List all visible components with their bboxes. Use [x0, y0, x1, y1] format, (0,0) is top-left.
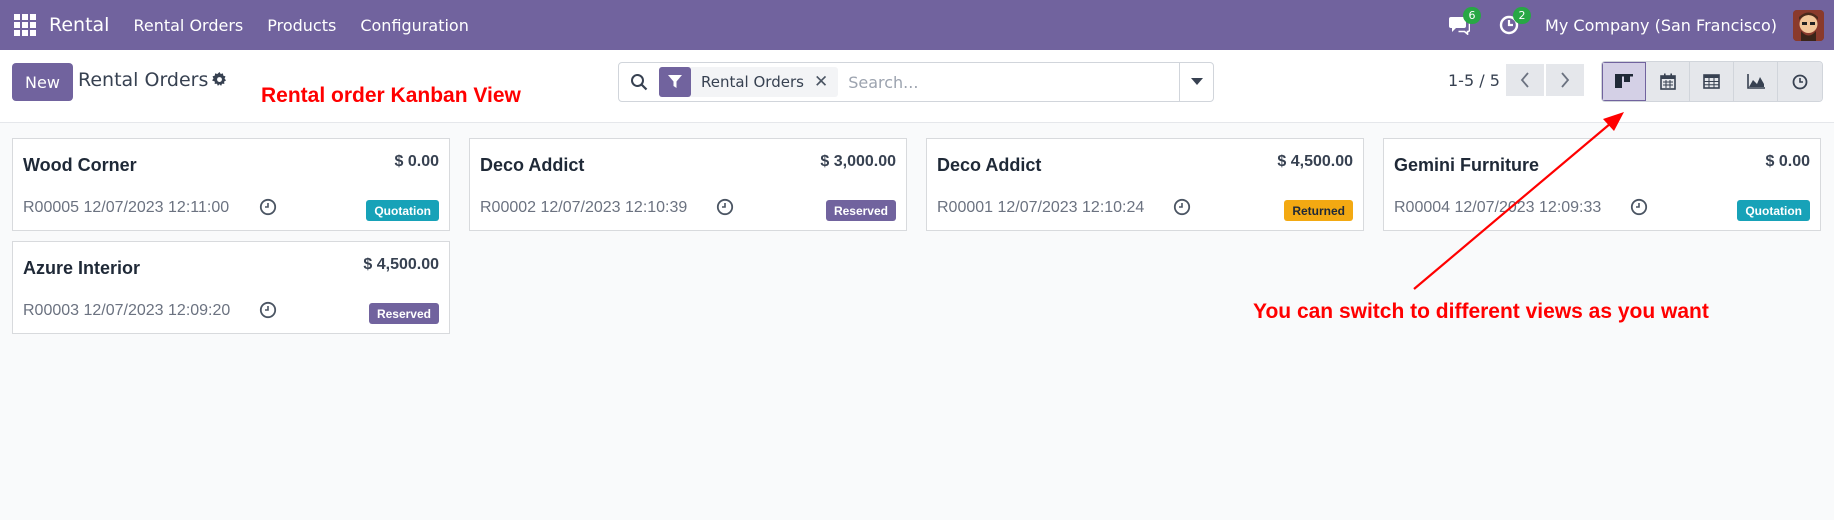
card-reference: R00001 12/07/2023 12:10:24: [937, 199, 1145, 216]
filter-icon: [659, 67, 691, 97]
card-amount: $ 0.00: [1765, 153, 1810, 170]
pager-previous-button[interactable]: [1506, 64, 1544, 96]
kanban-card[interactable]: Deco Addict $ 4,500.00 R00001 12/07/2023…: [926, 138, 1364, 231]
kanban-card[interactable]: Deco Addict $ 3,000.00 R00002 12/07/2023…: [469, 138, 907, 231]
search-bar[interactable]: Rental Orders ✕: [618, 62, 1214, 102]
menu-configuration[interactable]: Configuration: [348, 16, 481, 35]
activity-clock-icon[interactable]: [259, 301, 277, 319]
activities-count-badge: 2: [1513, 7, 1532, 24]
top-navbar: Rental Rental Orders Products Configurat…: [0, 0, 1834, 50]
page-title[interactable]: Rental Orders: [78, 69, 208, 91]
activity-clock-icon[interactable]: [259, 198, 277, 216]
pager-next-button[interactable]: [1546, 64, 1584, 96]
user-avatar[interactable]: [1793, 9, 1824, 41]
activity-view-button[interactable]: [1778, 62, 1822, 101]
company-switcher[interactable]: My Company (San Francisco): [1545, 16, 1777, 35]
kanban-view-annotation: Rental order Kanban View: [261, 84, 521, 107]
control-panel: New Rental Orders Rental order Kanban Vi…: [0, 50, 1834, 123]
table-icon: [1703, 74, 1720, 89]
pivot-view-button[interactable]: [1690, 62, 1734, 101]
caret-down-icon: [1190, 78, 1203, 85]
status-badge: Returned: [1284, 200, 1353, 221]
card-amount: $ 0.00: [394, 153, 439, 170]
chevron-right-icon: [1561, 72, 1570, 88]
status-badge: Reserved: [368, 303, 439, 324]
activity-clock-icon[interactable]: [716, 198, 734, 216]
status-badge: Quotation: [366, 200, 439, 221]
kanban-card[interactable]: Azure Interior $ 4,500.00 R00003 12/07/2…: [12, 241, 450, 334]
card-reference: R00002 12/07/2023 12:10:39: [480, 199, 688, 216]
menu-rental-orders[interactable]: Rental Orders: [121, 16, 255, 35]
card-reference: R00004 12/07/2023 12:09:33: [1394, 199, 1602, 216]
facet-remove-icon[interactable]: ✕: [814, 72, 838, 92]
status-badge: Quotation: [1737, 200, 1810, 221]
status-badge: Reserved: [825, 200, 896, 221]
activity-clock-icon[interactable]: [1630, 198, 1648, 216]
card-reference: R00005 12/07/2023 12:11:00: [23, 199, 230, 216]
card-partner-name: Deco Addict: [937, 155, 1042, 175]
app-name[interactable]: Rental: [49, 14, 109, 36]
search-facet: Rental Orders ✕: [659, 67, 839, 97]
search-options-toggle[interactable]: [1179, 63, 1213, 101]
graph-view-button[interactable]: [1734, 62, 1778, 101]
gear-icon[interactable]: [212, 72, 227, 87]
calendar-view-button[interactable]: [1646, 62, 1690, 101]
clock-icon: [1792, 74, 1808, 89]
menu-products[interactable]: Products: [255, 16, 348, 35]
kanban-card[interactable]: Gemini Furniture $ 0.00 R00004 12/07/202…: [1383, 138, 1821, 231]
search-input[interactable]: [848, 72, 1149, 92]
navbar-systray: 6 2 My Company (San Francisco): [1445, 0, 1834, 50]
apps-grid-icon[interactable]: [13, 13, 37, 37]
card-partner-name: Wood Corner: [23, 155, 137, 175]
messages-button[interactable]: 6: [1445, 7, 1482, 39]
card-amount: $ 3,000.00: [820, 153, 896, 170]
messages-count-badge: 6: [1463, 7, 1482, 24]
activity-clock-icon[interactable]: [1173, 198, 1191, 216]
activities-button[interactable]: 2: [1495, 7, 1532, 39]
view-switch-annotation: You can switch to different views as you…: [1253, 300, 1709, 323]
card-reference: R00003 12/07/2023 12:09:20: [23, 302, 231, 319]
new-button[interactable]: New: [12, 63, 73, 101]
search-icon[interactable]: [619, 63, 659, 101]
card-amount: $ 4,500.00: [363, 256, 439, 273]
kanban-view-button[interactable]: [1602, 62, 1646, 101]
kanban-icon: [1615, 73, 1633, 88]
kanban-card[interactable]: Wood Corner $ 0.00 R00005 12/07/2023 12:…: [12, 138, 450, 231]
card-partner-name: Deco Addict: [480, 155, 585, 175]
card-amount: $ 4,500.00: [1277, 153, 1353, 170]
view-switcher: [1601, 61, 1823, 102]
calendar-icon: [1659, 73, 1676, 90]
card-partner-name: Azure Interior: [23, 258, 141, 278]
chevron-left-icon: [1520, 72, 1529, 88]
card-partner-name: Gemini Furniture: [1394, 155, 1540, 175]
facet-label: Rental Orders: [701, 73, 804, 91]
area-chart-icon: [1746, 74, 1765, 89]
pager-value[interactable]: 1-5 / 5: [1448, 71, 1500, 90]
